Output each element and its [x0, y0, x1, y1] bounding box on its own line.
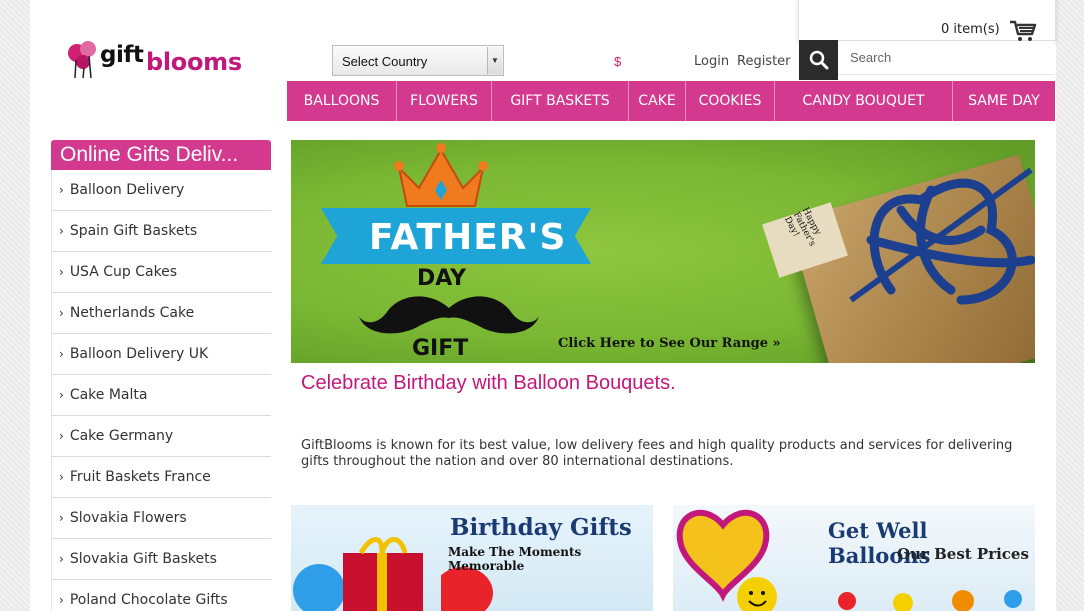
- sidebar-item-label: Fruit Baskets France: [69, 469, 211, 485]
- register-link[interactable]: Register: [737, 54, 791, 69]
- chevron-right-icon: ›: [59, 593, 64, 607]
- main-nav: BALLOONS FLOWERS GIFT BASKETS CAKE COOKI…: [287, 81, 1055, 121]
- sidebar-item-fruit-baskets-france[interactable]: › Fruit Baskets France: [51, 457, 271, 498]
- page: gift blooms Select Country ▼ $ Login Reg…: [30, 0, 1056, 611]
- birthday-balloons-icon: [293, 537, 423, 611]
- promo-birthday-title: Birthday Gifts: [450, 514, 632, 541]
- banner-cta[interactable]: Click Here to See Our Range »: [558, 336, 781, 351]
- sidebar-item-label: Balloon Delivery UK: [69, 346, 209, 362]
- chevron-right-icon: ›: [59, 388, 64, 402]
- search-button[interactable]: [799, 40, 838, 80]
- chevron-right-icon: ›: [59, 552, 64, 566]
- banner-day-text: DAY: [417, 266, 467, 291]
- nav-cake[interactable]: CAKE: [629, 81, 686, 121]
- chevron-down-icon: ▼: [487, 47, 502, 74]
- promo-birthday-subtitle: Make The Moments Memorable: [448, 545, 582, 573]
- small-balloons-icon: [838, 590, 1022, 611]
- sidebar-item-label: Spain Gift Baskets: [69, 223, 198, 239]
- currency-link[interactable]: $: [614, 54, 621, 69]
- nav-candy-bouquet[interactable]: CANDY BOUQUET: [775, 81, 953, 121]
- sidebar-item-label: Cake Germany: [69, 428, 174, 444]
- chevron-right-icon: ›: [59, 347, 64, 361]
- sidebar-title: Online Gifts Deliv...: [51, 140, 271, 170]
- sidebar-item-label: USA Cup Cakes: [69, 264, 178, 280]
- nav-flowers[interactable]: FLOWERS: [397, 81, 492, 121]
- search-input[interactable]: [838, 41, 1054, 75]
- nav-balloons[interactable]: BALLOONS: [287, 81, 397, 121]
- sidebar-item-cake-germany[interactable]: › Cake Germany: [51, 416, 271, 457]
- blue-ribbon-bow-icon: [849, 167, 1035, 305]
- promo-get-well-subtitle: Our Best Prices: [897, 545, 1029, 563]
- chevron-right-icon: ›: [59, 183, 64, 197]
- promo-birthday-gifts[interactable]: Birthday Gifts Make The Moments Memorabl…: [291, 505, 653, 611]
- sidebar-item-slovakia-gift-baskets[interactable]: › Slovakia Gift Baskets: [51, 539, 271, 580]
- sidebar-item-poland-chocolate-gifts[interactable]: › Poland Chocolate Gifts: [51, 580, 271, 611]
- cart-count: 0 item(s): [941, 22, 1000, 37]
- sidebar-item-balloon-delivery[interactable]: › Balloon Delivery: [51, 170, 271, 211]
- page-description: GiftBlooms is known for its best value, …: [301, 438, 1013, 469]
- sidebar-item-slovakia-flowers[interactable]: › Slovakia Flowers: [51, 498, 271, 539]
- search-icon: [809, 50, 829, 70]
- sidebar-item-balloon-delivery-uk[interactable]: › Balloon Delivery UK: [51, 334, 271, 375]
- banner-ribbon-text: FATHER'S: [369, 217, 567, 258]
- sidebar-item-cake-malta[interactable]: › Cake Malta: [51, 375, 271, 416]
- sidebar-item-label: Slovakia Gift Baskets: [69, 551, 217, 567]
- chevron-right-icon: ›: [59, 429, 64, 443]
- chevron-right-icon: ›: [59, 511, 64, 525]
- shopping-cart-icon: [1010, 20, 1037, 41]
- sidebar-list: › Balloon Delivery › Spain Gift Baskets › U…: [51, 170, 271, 611]
- mustache-icon: [359, 296, 539, 334]
- chevron-right-icon: ›: [59, 265, 64, 279]
- sidebar-item-label: Poland Chocolate Gifts: [69, 592, 228, 608]
- nav-same-day[interactable]: SAME DAY: [953, 81, 1055, 121]
- nav-cookies[interactable]: COOKIES: [686, 81, 775, 121]
- sidebar-item-label: Slovakia Flowers: [69, 510, 187, 526]
- nav-gift-baskets[interactable]: GIFT BASKETS: [492, 81, 629, 121]
- banner-gift-text: GIFT: [412, 336, 469, 361]
- sidebar-item-label: Netherlands Cake: [69, 305, 195, 321]
- country-select[interactable]: Select Country ▼: [332, 45, 504, 76]
- country-select-value: Select Country: [342, 54, 428, 69]
- sidebar-item-netherlands-cake[interactable]: › Netherlands Cake: [51, 293, 271, 334]
- crown-icon: [394, 143, 488, 207]
- get-well-balloon-icon: [676, 510, 777, 611]
- fathers-day-banner[interactable]: FATHER'S DAY GIFT Click Here to See Our …: [291, 140, 1035, 363]
- logo-text-gift: gift: [100, 42, 144, 68]
- chevron-right-icon: ›: [59, 224, 64, 238]
- sidebar-item-spain-gift-baskets[interactable]: › Spain Gift Baskets: [51, 211, 271, 252]
- promo-get-well-balloons[interactable]: Get Well Balloons Our Best Prices: [673, 505, 1035, 611]
- page-headline: Celebrate Birthday with Balloon Bouquets…: [301, 372, 676, 394]
- logo-text-blooms: blooms: [146, 48, 242, 76]
- site-logo[interactable]: gift blooms: [66, 38, 256, 84]
- sidebar-item-label: Cake Malta: [69, 387, 148, 403]
- cart-box[interactable]: 0 item(s): [798, 0, 1056, 41]
- chevron-right-icon: ›: [59, 306, 64, 320]
- login-link[interactable]: Login: [694, 54, 729, 69]
- sidebar-item-usa-cup-cakes[interactable]: › USA Cup Cakes: [51, 252, 271, 293]
- sidebar-item-label: Balloon Delivery: [69, 182, 185, 198]
- chevron-right-icon: ›: [59, 470, 64, 484]
